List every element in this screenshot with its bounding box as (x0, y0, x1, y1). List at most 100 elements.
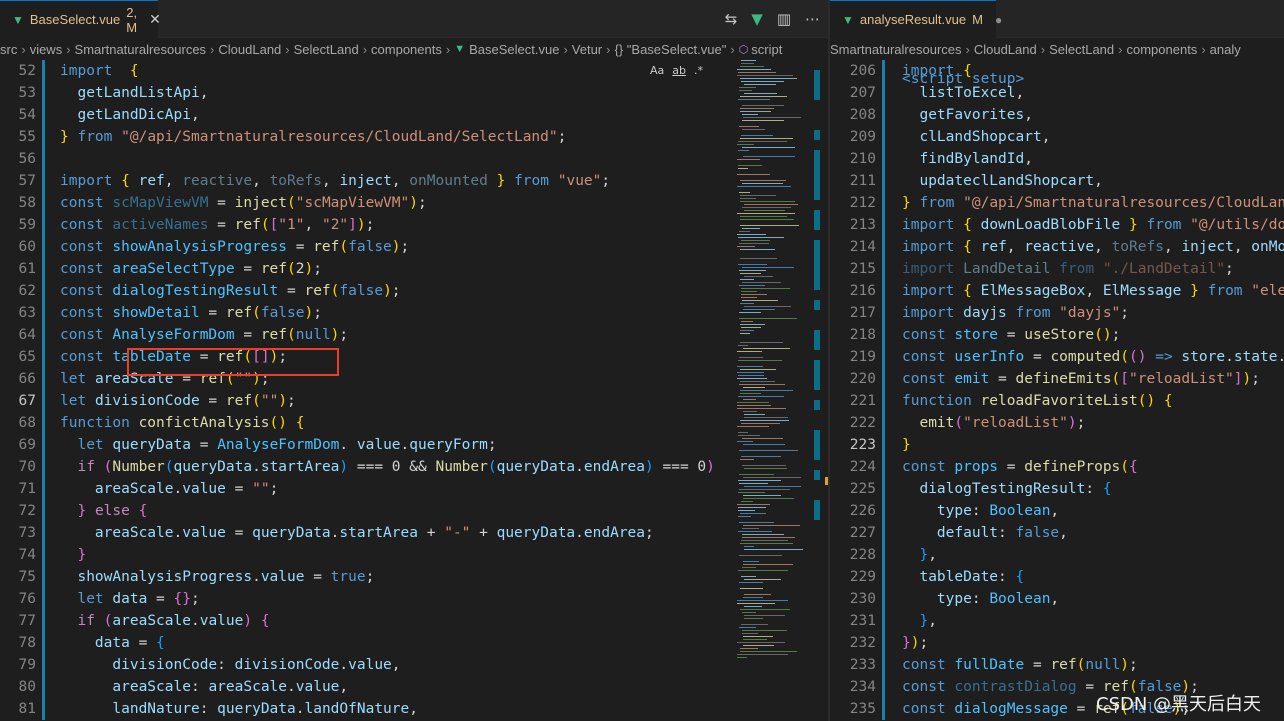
close-icon[interactable]: ✕ (149, 11, 161, 28)
git-change-indicator[interactable] (882, 654, 885, 676)
git-change-indicator[interactable] (882, 82, 885, 104)
breadcrumb-item[interactable]: Smartnaturalresources (75, 42, 207, 57)
tab-analyseresult-vue[interactable]: ▼ analyseResult.vue M ● (830, 0, 1002, 38)
code-token: value (182, 525, 226, 541)
git-change-indicator[interactable] (42, 104, 45, 126)
git-change-indicator[interactable] (882, 368, 885, 390)
git-change-indicator[interactable] (882, 456, 885, 478)
git-change-indicator[interactable] (882, 148, 885, 170)
git-change-indicator[interactable] (42, 280, 45, 302)
code-editor[interactable]: 52 import {53 getLandListApi, 54 getLandDi… (0, 60, 828, 721)
git-change-indicator[interactable] (882, 478, 885, 500)
git-change-indicator[interactable] (882, 390, 885, 412)
git-change-indicator[interactable] (42, 654, 45, 676)
git-change-indicator[interactable] (42, 368, 45, 390)
breadcrumb-item[interactable]: components (1126, 42, 1197, 57)
git-change-indicator[interactable] (882, 236, 885, 258)
tab-baseselect-vue[interactable]: ▼ BaseSelect.vue 2, M ✕ (0, 0, 161, 38)
git-change-indicator[interactable] (882, 302, 885, 324)
git-change-indicator[interactable] (882, 170, 885, 192)
breadcrumb-item[interactable]: views (30, 42, 63, 57)
chevron-right-icon: › (210, 41, 215, 57)
breadcrumb-item[interactable]: components (371, 42, 442, 57)
code-token: = (147, 591, 174, 607)
git-change-indicator[interactable] (42, 390, 45, 412)
git-change-indicator[interactable] (882, 192, 885, 214)
git-change-indicator[interactable] (882, 60, 885, 82)
git-change-indicator[interactable] (42, 522, 45, 544)
code-token: areaScale (112, 679, 191, 695)
minimap[interactable] (735, 60, 823, 721)
git-change-indicator[interactable] (42, 60, 45, 82)
breadcrumb-item[interactable]: ▼ BaseSelect.vue (454, 42, 559, 57)
line-number: 69 (18, 437, 36, 453)
git-change-indicator[interactable] (882, 214, 885, 236)
git-change-indicator[interactable] (882, 522, 885, 544)
git-change-indicator[interactable] (882, 588, 885, 610)
git-change-indicator[interactable] (42, 126, 45, 148)
vetur-icon[interactable]: ▼ (751, 10, 763, 28)
git-change-indicator[interactable] (42, 412, 45, 434)
breadcrumb-item[interactable]: analy (1210, 42, 1241, 57)
code-token: = (278, 283, 305, 299)
breadcrumb-item[interactable]: src (0, 42, 17, 57)
minimap-line (739, 489, 790, 490)
split-editor-icon[interactable]: ▥ (777, 10, 791, 28)
git-change-indicator[interactable] (882, 610, 885, 632)
git-change-indicator[interactable] (42, 258, 45, 280)
git-change-indicator[interactable] (42, 500, 45, 522)
git-change-indicator[interactable] (42, 192, 45, 214)
git-compare-icon[interactable]: ⇆ (725, 10, 738, 28)
git-change-indicator[interactable] (882, 412, 885, 434)
breadcrumb-item[interactable]: SelectLand (1049, 42, 1114, 57)
git-change-indicator[interactable] (42, 434, 45, 456)
git-change-indicator[interactable] (42, 610, 45, 632)
git-change-indicator[interactable] (882, 280, 885, 302)
git-change-indicator[interactable] (42, 676, 45, 698)
git-change-indicator[interactable] (882, 126, 885, 148)
code-token: import (60, 173, 113, 189)
git-change-indicator[interactable] (42, 82, 45, 104)
git-change-indicator[interactable] (42, 698, 45, 720)
git-change-indicator[interactable] (882, 544, 885, 566)
breadcrumb-item[interactable]: SelectLand (294, 42, 359, 57)
git-change-indicator[interactable] (42, 148, 45, 170)
unsaved-dot-icon[interactable]: ● (995, 13, 1002, 27)
regex-toggle[interactable]: .* (694, 64, 703, 77)
git-change-indicator[interactable] (42, 170, 45, 192)
git-change-indicator[interactable] (882, 698, 885, 720)
code-editor[interactable]: <script setup> 206 import {207 listToExce… (830, 60, 1284, 721)
git-change-indicator[interactable] (42, 478, 45, 500)
git-change-indicator[interactable] (42, 566, 45, 588)
breadcrumb-item[interactable]: Vetur (572, 42, 602, 57)
git-change-indicator[interactable] (42, 302, 45, 324)
git-change-indicator[interactable] (882, 632, 885, 654)
git-change-indicator[interactable] (42, 544, 45, 566)
git-change-indicator[interactable] (882, 500, 885, 522)
code-token: , (1059, 525, 1068, 541)
more-actions-icon[interactable]: ⋯ (805, 10, 820, 28)
git-change-indicator[interactable] (42, 214, 45, 236)
git-change-indicator[interactable] (42, 324, 45, 346)
match-case-toggle[interactable]: Aa (650, 64, 664, 77)
git-change-indicator[interactable] (882, 566, 885, 588)
git-change-indicator[interactable] (42, 588, 45, 610)
git-change-indicator[interactable] (882, 324, 885, 346)
breadcrumb-item[interactable]: CloudLand (218, 42, 281, 57)
match-whole-word-toggle[interactable]: ab (672, 64, 686, 77)
git-change-indicator[interactable] (42, 456, 45, 478)
breadcrumb-item[interactable]: {} "BaseSelect.vue" (614, 42, 726, 57)
git-change-indicator[interactable] (882, 346, 885, 368)
git-change-indicator[interactable] (882, 676, 885, 698)
git-change-indicator[interactable] (882, 258, 885, 280)
breadcrumb-item[interactable]: Smartnaturalresources (830, 42, 962, 57)
git-change-indicator[interactable] (882, 434, 885, 456)
git-change-indicator[interactable] (42, 236, 45, 258)
breadcrumb-item[interactable]: CloudLand (974, 42, 1037, 57)
code-token: contrastDialog (954, 679, 1077, 695)
git-change-indicator[interactable] (42, 632, 45, 654)
git-change-indicator[interactable] (42, 346, 45, 368)
git-change-indicator[interactable] (882, 104, 885, 126)
breadcrumb-item[interactable]: ⬡ script (739, 42, 783, 57)
